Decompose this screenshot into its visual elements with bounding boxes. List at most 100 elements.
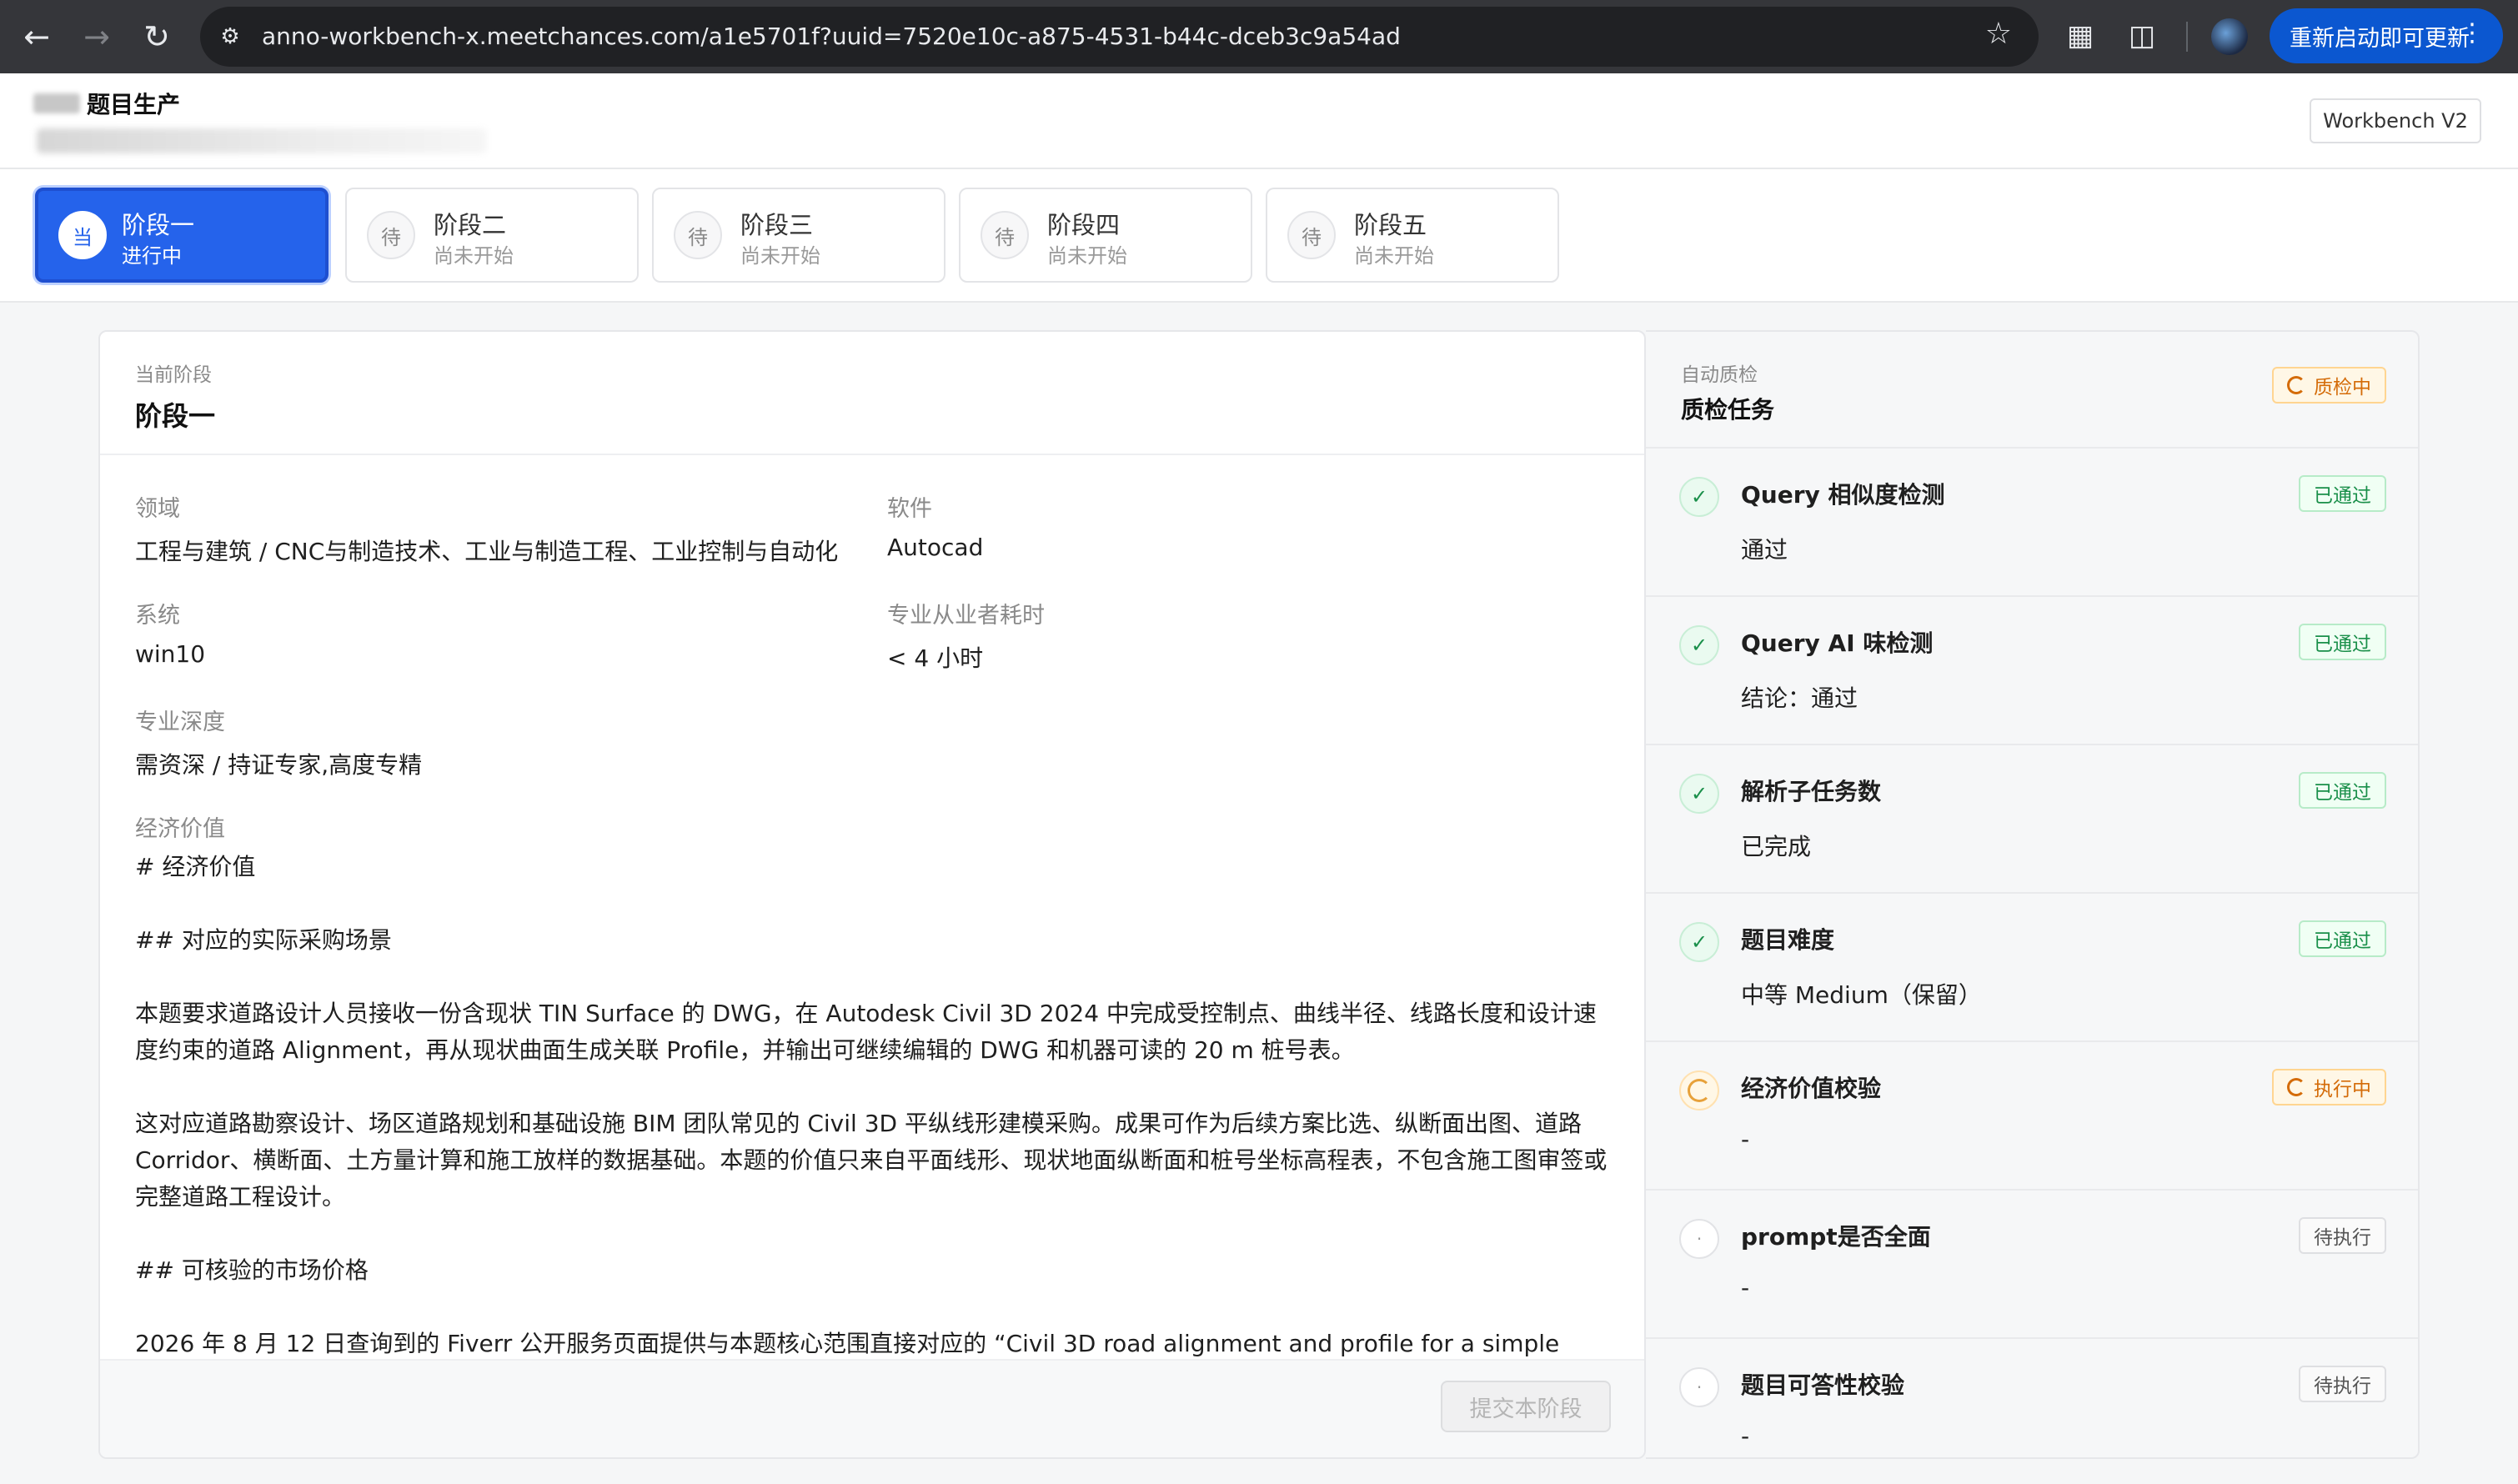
stage-badge: 待 <box>1287 211 1336 259</box>
qa-item-status-text: 执行中 <box>2314 1079 2371 1100</box>
stage-tab-4[interactable]: 待 阶段四 尚未开始 <box>959 188 1252 283</box>
time-value: < 4 小时 <box>887 644 984 672</box>
stage-badge: 待 <box>367 211 415 259</box>
qa-item-name: 经济价值校验 <box>1741 1075 1882 1102</box>
domain-label: 领域 <box>135 496 180 522</box>
pending-dot-icon: · <box>1679 1367 1719 1407</box>
current-stage-label: 当前阶段 <box>135 364 212 386</box>
depth-label: 专业深度 <box>135 709 225 735</box>
qa-item-name: Query 相似度检测 <box>1741 481 1945 509</box>
time-label: 专业从业者耗时 <box>887 603 1045 629</box>
system-label: 系统 <box>135 603 180 629</box>
panel-header: 当前阶段 阶段一 <box>100 332 1644 455</box>
software-value: Autocad <box>887 534 984 561</box>
stage-detail-panel: 当前阶段 阶段一 领域 工程与建筑 / CNC与制造技术、工业与制造工程、工业控… <box>98 330 1646 1459</box>
submit-stage-button[interactable]: 提交本阶段 <box>1441 1381 1611 1432</box>
stage-title: 阶段三 <box>740 211 814 239</box>
stage-status: 尚未开始 <box>1047 244 1127 268</box>
qr-icon[interactable]: ▦ <box>2059 15 2101 57</box>
loading-icon <box>2287 1078 2305 1096</box>
qa-item-name: Query AI 味检测 <box>1741 629 1934 657</box>
current-stage-name: 阶段一 <box>135 400 216 432</box>
menu-icon[interactable]: ⋮ <box>2460 18 2485 48</box>
economic-value-label: 经济价值 <box>135 816 225 842</box>
stage-tab-3[interactable]: 待 阶段三 尚未开始 <box>652 188 946 283</box>
qa-item-status: 执行中 <box>2272 1069 2386 1105</box>
domain-value: 工程与建筑 / CNC与制造技术、工业与制造工程、工业控制与自动化 <box>135 538 839 565</box>
stage-badge: 待 <box>981 211 1029 259</box>
qa-item-name: 解析子任务数 <box>1741 778 1882 805</box>
update-button[interactable]: 重新启动即可更新 ⋮ <box>2270 8 2503 63</box>
qa-item-name: prompt是否全面 <box>1741 1223 1931 1251</box>
qa-item-status: 待执行 <box>2299 1217 2386 1254</box>
stage-status: 进行中 <box>122 244 182 268</box>
content-subheading: ## 可核验的市场价格 <box>135 1256 369 1284</box>
site-settings-icon[interactable]: ⚙ <box>213 20 247 53</box>
version-badge: Workbench V2 <box>2310 98 2481 143</box>
system-value: win10 <box>135 640 206 668</box>
browser-toolbar: ← → ↻ ⚙ anno-workbench-x.meetchances.com… <box>0 0 2518 73</box>
content-paragraph: 本题要求道路设计人员接收一份含现状 TIN Surface 的 DWG，在 Au… <box>135 1000 1597 1064</box>
back-icon[interactable]: ← <box>12 12 62 62</box>
qa-status-text: 质检中 <box>2314 377 2371 399</box>
qa-item: ✓ 解析子任务数 已完成 已通过 <box>1646 744 2418 894</box>
loading-icon <box>1679 1070 1719 1110</box>
pending-dot-icon: · <box>1679 1219 1719 1259</box>
stage-badge: 待 <box>674 211 722 259</box>
content-paragraph: 这对应道路勘察设计、场区道路规划和基础设施 BIM 团队常见的 Civil 3D… <box>135 1110 1608 1211</box>
stage-status: 尚未开始 <box>1354 244 1434 268</box>
check-icon: ✓ <box>1679 922 1719 962</box>
redacted-logo <box>33 93 80 113</box>
loading-icon <box>2287 376 2305 394</box>
qa-item-name: 题目难度 <box>1741 926 1835 954</box>
url-text[interactable]: anno-workbench-x.meetchances.com/a1e5701… <box>262 7 1401 67</box>
profile-avatar[interactable] <box>2211 18 2248 55</box>
qa-item: · 题目可答性校验 - 待执行 <box>1646 1337 2418 1457</box>
extensions-icon[interactable]: ◫ <box>2121 15 2163 57</box>
stage-badge: 当 <box>58 211 107 259</box>
qa-item: 经济价值校验 - 执行中 <box>1646 1040 2418 1191</box>
stage-status: 尚未开始 <box>434 244 514 268</box>
qa-item-result: 结论：通过 <box>1741 684 1858 712</box>
qa-item-status: 已通过 <box>2299 920 2386 957</box>
qa-item-result: - <box>1741 1422 1750 1450</box>
stage-title: 阶段五 <box>1354 211 1427 239</box>
qa-label: 自动质检 <box>1681 364 1758 386</box>
qa-item: ✓ Query 相似度检测 通过 已通过 <box>1646 447 2418 597</box>
qa-item: · prompt是否全面 - 待执行 <box>1646 1189 2418 1339</box>
app-title: 题目生产 <box>87 91 181 118</box>
qa-header: 自动质检 质检任务 质检中 <box>1646 332 2418 449</box>
stage-title: 阶段一 <box>122 211 195 239</box>
qa-item-result: 中等 Medium（保留） <box>1741 981 1982 1009</box>
redacted-subtitle <box>37 128 487 153</box>
check-icon: ✓ <box>1679 774 1719 814</box>
forward-icon[interactable]: → <box>72 12 122 62</box>
qa-item-result: - <box>1741 1274 1750 1301</box>
stage-title: 阶段二 <box>434 211 507 239</box>
qa-item-status: 已通过 <box>2299 624 2386 660</box>
stage-tab-5[interactable]: 待 阶段五 尚未开始 <box>1266 188 1559 283</box>
address-bar[interactable]: ⚙ anno-workbench-x.meetchances.com/a1e57… <box>200 7 2039 67</box>
depth-value: 需资深 / 持证专家,高度专精 <box>135 751 423 779</box>
qa-item-result: 已完成 <box>1741 833 1812 860</box>
star-icon[interactable]: ☆ <box>1985 17 2012 51</box>
app-header <box>0 73 2518 169</box>
qa-item-name: 题目可答性校验 <box>1741 1371 1905 1399</box>
qa-item: ✓ Query AI 味检测 结论：通过 已通过 <box>1646 595 2418 745</box>
stage-title: 阶段四 <box>1047 211 1121 239</box>
qa-item-status: 已通过 <box>2299 475 2386 512</box>
stage-status: 尚未开始 <box>740 244 820 268</box>
reload-icon[interactable]: ↻ <box>132 12 182 62</box>
software-label: 软件 <box>887 496 932 522</box>
check-icon: ✓ <box>1679 477 1719 517</box>
stage-tab-2[interactable]: 待 阶段二 尚未开始 <box>345 188 639 283</box>
qa-title: 质检任务 <box>1681 396 1775 424</box>
stage-tab-1[interactable]: 当 阶段一 进行中 <box>35 188 329 283</box>
qa-item-result: 通过 <box>1741 536 1788 564</box>
content-heading: # 经济价值 <box>135 853 256 880</box>
qa-status-badge: 质检中 <box>2272 367 2386 404</box>
content-subheading: ## 对应的实际采购场景 <box>135 926 392 954</box>
toolbar-divider <box>2186 22 2188 52</box>
qa-item-status: 已通过 <box>2299 772 2386 809</box>
qa-item-result: - <box>1741 1126 1750 1153</box>
